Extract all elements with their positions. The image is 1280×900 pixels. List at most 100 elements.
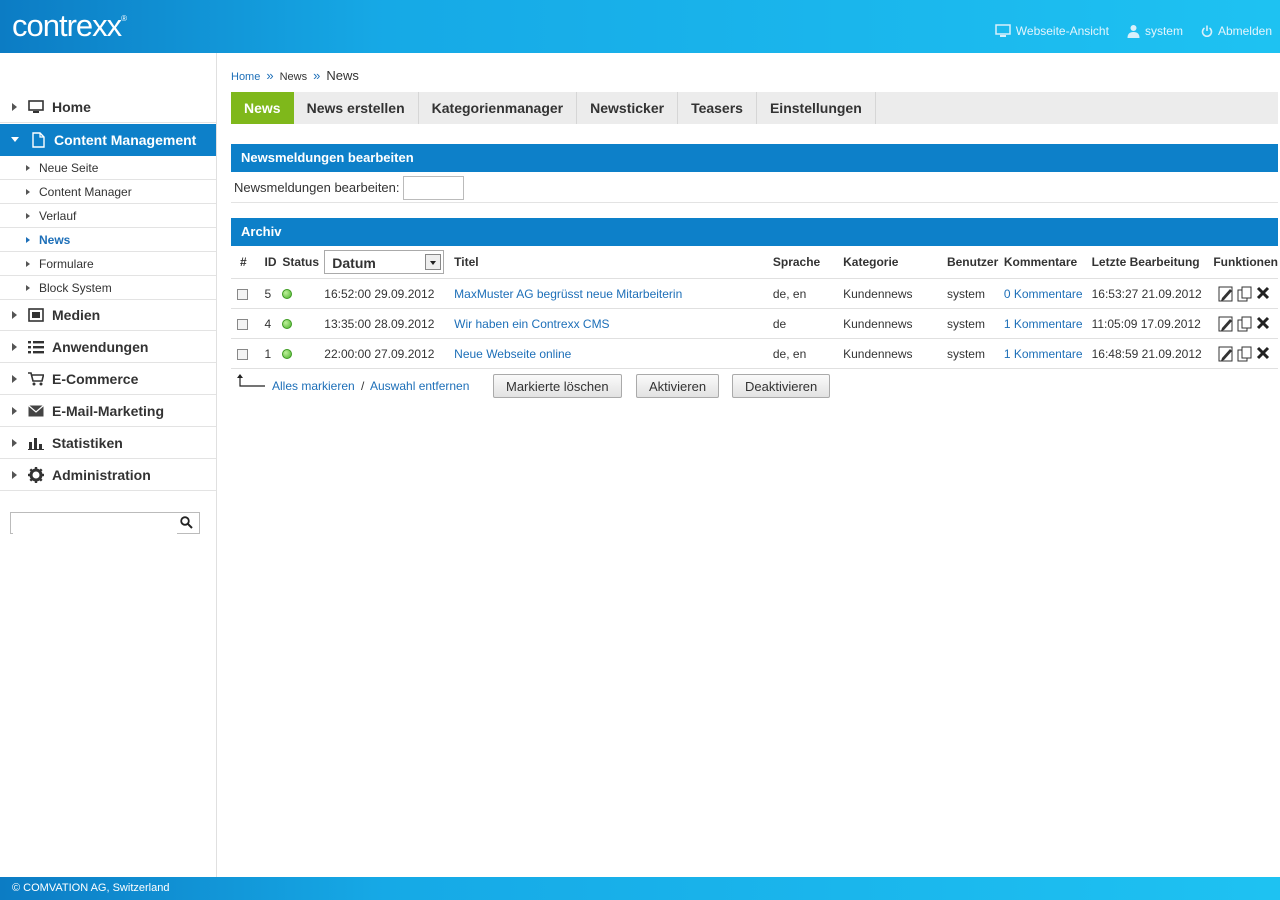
monitor-icon [995,24,1011,37]
sidebar-search-box [10,512,200,534]
sidebar-subitem-neue-seite[interactable]: Neue Seite [0,156,216,180]
table-row: 4 13:35:00 28.09.2012 Wir haben ein Cont… [231,308,1278,339]
status-active-icon[interactable] [282,349,293,360]
row-last-edit: 11:05:09 17.09.2012 [1088,308,1211,339]
edit-news-input[interactable] [402,175,464,200]
sidebar-subitem-label: Formulare [39,256,94,271]
edit-label: Newsmeldungen bearbeiten: [234,180,400,195]
user-link[interactable]: system [1127,24,1183,38]
expand-arrow-icon [12,310,17,319]
envelope-icon [27,403,45,419]
deselect-link[interactable]: Auswahl entfernen [370,379,469,393]
delete-icon[interactable] [1256,286,1270,300]
edit-icon[interactable] [1218,316,1234,332]
expand-arrow-icon [12,342,17,351]
tab-kategorienmanager[interactable]: Kategorienmanager [419,92,578,124]
sidebar-subitem-news[interactable]: News [0,228,216,252]
row-category: Kundennews [840,308,944,339]
row-checkbox[interactable] [237,288,248,300]
gear-icon [27,466,45,483]
bullet-arrow-icon [26,284,30,291]
tab-news[interactable]: News [231,92,294,124]
row-title-link[interactable]: MaxMuster AG begrüsst neue Mitarbeiterin [454,287,682,301]
row-select-cell [231,278,262,309]
breadcrumb-news[interactable]: News [280,71,308,83]
search-icon[interactable] [180,516,193,529]
list-icon [27,339,45,355]
row-title-link[interactable]: Wir haben ein Contrexx CMS [454,317,609,331]
row-title-link[interactable]: Neue Webseite online [454,347,571,361]
footer-bar: © COMVATION AG, Switzerland [0,877,1280,900]
column-header-comments: Kommentare [1000,246,1089,279]
row-comments-cell: 1 Kommentare [1000,308,1089,339]
tab-newsticker[interactable]: Newsticker [577,92,679,124]
edit-section-title: Newsmeldungen bearbeiten [231,144,1278,172]
tab-teasers[interactable]: Teasers [678,92,757,124]
row-title-cell: MaxMuster AG begrüsst neue Mitarbeiterin [447,278,770,309]
row-comments-link[interactable]: 0 Kommentare [1004,287,1083,301]
user-icon [1127,25,1140,38]
breadcrumb: Home » News » News [231,68,359,83]
logout-link[interactable]: Abmelden [1201,24,1272,38]
row-title-cell: Neue Webseite online [447,338,770,369]
sidebar-item-statistiken[interactable]: Statistiken [0,427,216,459]
sidebar-item-e-mail-marketing[interactable]: E-Mail-Marketing [0,395,216,427]
row-date: 16:52:00 29.09.2012 [321,278,448,309]
column-header-title: Titel [447,246,770,279]
tab-einstellungen[interactable]: Einstellungen [757,92,876,124]
deactivate-button[interactable]: Deaktivieren [732,374,831,398]
sidebar-item-content-management[interactable]: Content Management [0,124,216,156]
copy-icon[interactable] [1237,316,1253,332]
tab-news-erstellen[interactable]: News erstellen [294,92,419,124]
sidebar-subitem-label: Neue Seite [39,160,99,175]
select-all-link[interactable]: Alles markieren [272,379,355,393]
row-comments-link[interactable]: 1 Kommentare [1004,347,1083,361]
row-comments-link[interactable]: 1 Kommentare [1004,317,1083,331]
sort-by-select[interactable]: Datum [324,250,445,274]
sidebar-subitem-verlauf[interactable]: Verlauf [0,204,216,228]
row-title-cell: Wir haben ein Contrexx CMS [447,308,770,339]
sidebar-subitem-content-manager[interactable]: Content Manager [0,180,216,204]
row-user: system [943,338,1001,369]
row-status [279,338,322,369]
contrexx-logo[interactable]: contrexx® [12,8,127,44]
row-language: de, en [769,338,841,369]
copy-icon[interactable] [1237,286,1253,302]
expand-arrow-icon [12,102,17,111]
archive-section-title: Archiv [231,218,1278,246]
status-active-icon[interactable] [282,319,293,330]
archive-table: # ID Status Datum Titel Sprache Kategori… [231,246,1278,369]
sidebar-item-anwendungen[interactable]: Anwendungen [0,331,216,363]
edit-icon[interactable] [1218,346,1234,362]
copy-icon[interactable] [1237,346,1253,362]
row-checkbox[interactable] [237,318,248,330]
row-checkbox[interactable] [237,348,248,360]
edit-icon[interactable] [1218,286,1234,302]
delete-icon[interactable] [1256,346,1270,360]
sidebar-item-label: E-Mail-Marketing [52,402,165,419]
website-view-link[interactable]: Webseite-Ansicht [995,24,1109,38]
delete-icon[interactable] [1256,316,1270,330]
sidebar-subitem-block-system[interactable]: Block System [0,276,216,300]
column-header-category: Kategorie [840,246,944,279]
sidebar-item-home[interactable]: Home [0,91,216,123]
logout-label: Abmelden [1217,24,1272,38]
corner-arrow-icon [237,374,265,387]
sidebar-item-medien[interactable]: Medien [0,299,216,331]
status-active-icon[interactable] [282,289,293,300]
sidebar-subitem-formulare[interactable]: Formulare [0,252,216,276]
website-view-label: Webseite-Ansicht [1015,24,1109,38]
delete-selected-button[interactable]: Markierte löschen [493,374,622,398]
breadcrumb-home-link[interactable]: Home [231,71,260,83]
breadcrumb-current: News [326,68,359,83]
sidebar-item-administration[interactable]: Administration [0,459,216,491]
column-header-functions: Funktionen [1210,246,1278,279]
breadcrumb-separator: » [313,68,321,83]
sidebar-item-e-commerce[interactable]: E-Commerce [0,363,216,395]
bullet-arrow-icon [26,236,30,243]
activate-button[interactable]: Aktivieren [636,374,720,398]
sidebar-item-label: E-Commerce [52,370,139,387]
column-header-last-edit: Letzte Bearbeitung [1088,246,1211,279]
sidebar-search-input[interactable] [13,514,177,534]
sidebar-subitem-label: News [39,232,71,247]
